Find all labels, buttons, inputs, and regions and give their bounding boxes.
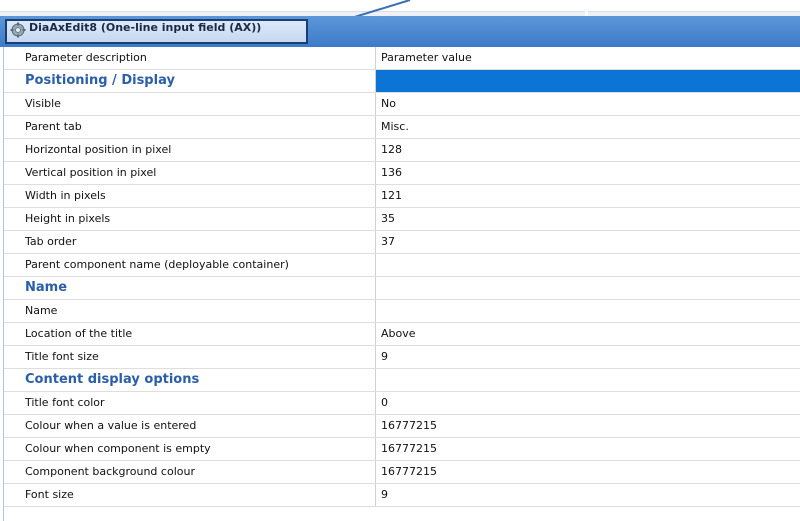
grid-header-row: Parameter description Parameter value (4, 47, 800, 70)
property-grid: Parameter description Parameter value Po… (3, 47, 800, 521)
property-row[interactable]: Title font size 9 (4, 346, 800, 369)
section-title: Content display options (4, 369, 376, 391)
parameter-value[interactable]: 16777215 (376, 461, 800, 483)
parameter-description: Title font size (4, 346, 376, 368)
parameter-value[interactable]: Misc. (376, 116, 800, 138)
parameter-value[interactable]: 128 (376, 139, 800, 161)
section-title: Positioning / Display (4, 70, 376, 92)
parameter-value[interactable]: 9 (376, 346, 800, 368)
property-row[interactable]: Colour when a value is entered 16777215 (4, 415, 800, 438)
section-header-row[interactable]: Name (4, 277, 800, 300)
parameter-description: Vertical position in pixel (4, 162, 376, 184)
parameter-description: Visible (4, 93, 376, 115)
parameter-description: Parent component name (deployable contai… (4, 254, 376, 276)
parameter-value[interactable]: No (376, 93, 800, 115)
parameter-description: Width in pixels (4, 185, 376, 207)
parameter-value[interactable]: 16777215 (376, 438, 800, 460)
parameter-value[interactable]: 37 (376, 231, 800, 253)
gear-icon (10, 22, 26, 38)
parameter-value[interactable]: 121 (376, 185, 800, 207)
parameter-description: Component background colour (4, 461, 376, 483)
parameter-description: Colour when component is empty (4, 438, 376, 460)
parameter-value[interactable]: Above (376, 323, 800, 345)
section-header-row[interactable]: Content display options (4, 369, 800, 392)
parameter-description: Title font color (4, 392, 376, 414)
parameter-description: Colour when a value is entered (4, 415, 376, 437)
property-row[interactable]: Colour when component is empty 16777215 (4, 438, 800, 461)
window-title: DiaAxEdit8 (One-line input field (AX)) (29, 21, 262, 34)
parameter-description: Name (4, 300, 376, 322)
parameter-value[interactable] (376, 369, 800, 391)
property-row[interactable]: Horizontal position in pixel 128 (4, 139, 800, 162)
property-row[interactable]: Parent component name (deployable contai… (4, 254, 800, 277)
property-row[interactable]: Name (4, 300, 800, 323)
section-title: Name (4, 277, 376, 299)
title-bar: DiaAxEdit8 (One-line input field (AX)) (0, 16, 800, 47)
property-row[interactable]: Font size 9 (4, 484, 800, 507)
parameter-value[interactable] (376, 300, 800, 322)
parameter-description: Height in pixels (4, 208, 376, 230)
parameter-value[interactable] (376, 254, 800, 276)
property-row[interactable]: Visible No (4, 93, 800, 116)
column-header-value[interactable]: Parameter value (376, 47, 800, 69)
parameter-value[interactable]: 136 (376, 162, 800, 184)
parameter-value[interactable]: 35 (376, 208, 800, 230)
parameter-value[interactable]: 16777215 (376, 415, 800, 437)
property-row[interactable]: Title font color 0 (4, 392, 800, 415)
parameter-description: Location of the title (4, 323, 376, 345)
column-header-description[interactable]: Parameter description (4, 47, 376, 69)
property-row[interactable]: Component background colour 16777215 (4, 461, 800, 484)
property-row[interactable]: Vertical position in pixel 136 (4, 162, 800, 185)
property-row[interactable]: Parent tab Misc. (4, 116, 800, 139)
parameter-description: Tab order (4, 231, 376, 253)
parameter-value[interactable]: 9 (376, 484, 800, 506)
parameter-value[interactable]: 0 (376, 392, 800, 414)
parameter-description: Parent tab (4, 116, 376, 138)
parameter-value[interactable] (376, 277, 800, 299)
parameter-description: Horizontal position in pixel (4, 139, 376, 161)
section-header-row[interactable]: Positioning / Display (4, 70, 800, 93)
parameter-description: Font size (4, 484, 376, 506)
parameter-value[interactable] (376, 70, 800, 92)
property-row[interactable]: Width in pixels 121 (4, 185, 800, 208)
property-row[interactable]: Location of the title Above (4, 323, 800, 346)
property-row[interactable]: Height in pixels 35 (4, 208, 800, 231)
property-row[interactable]: Tab order 37 (4, 231, 800, 254)
